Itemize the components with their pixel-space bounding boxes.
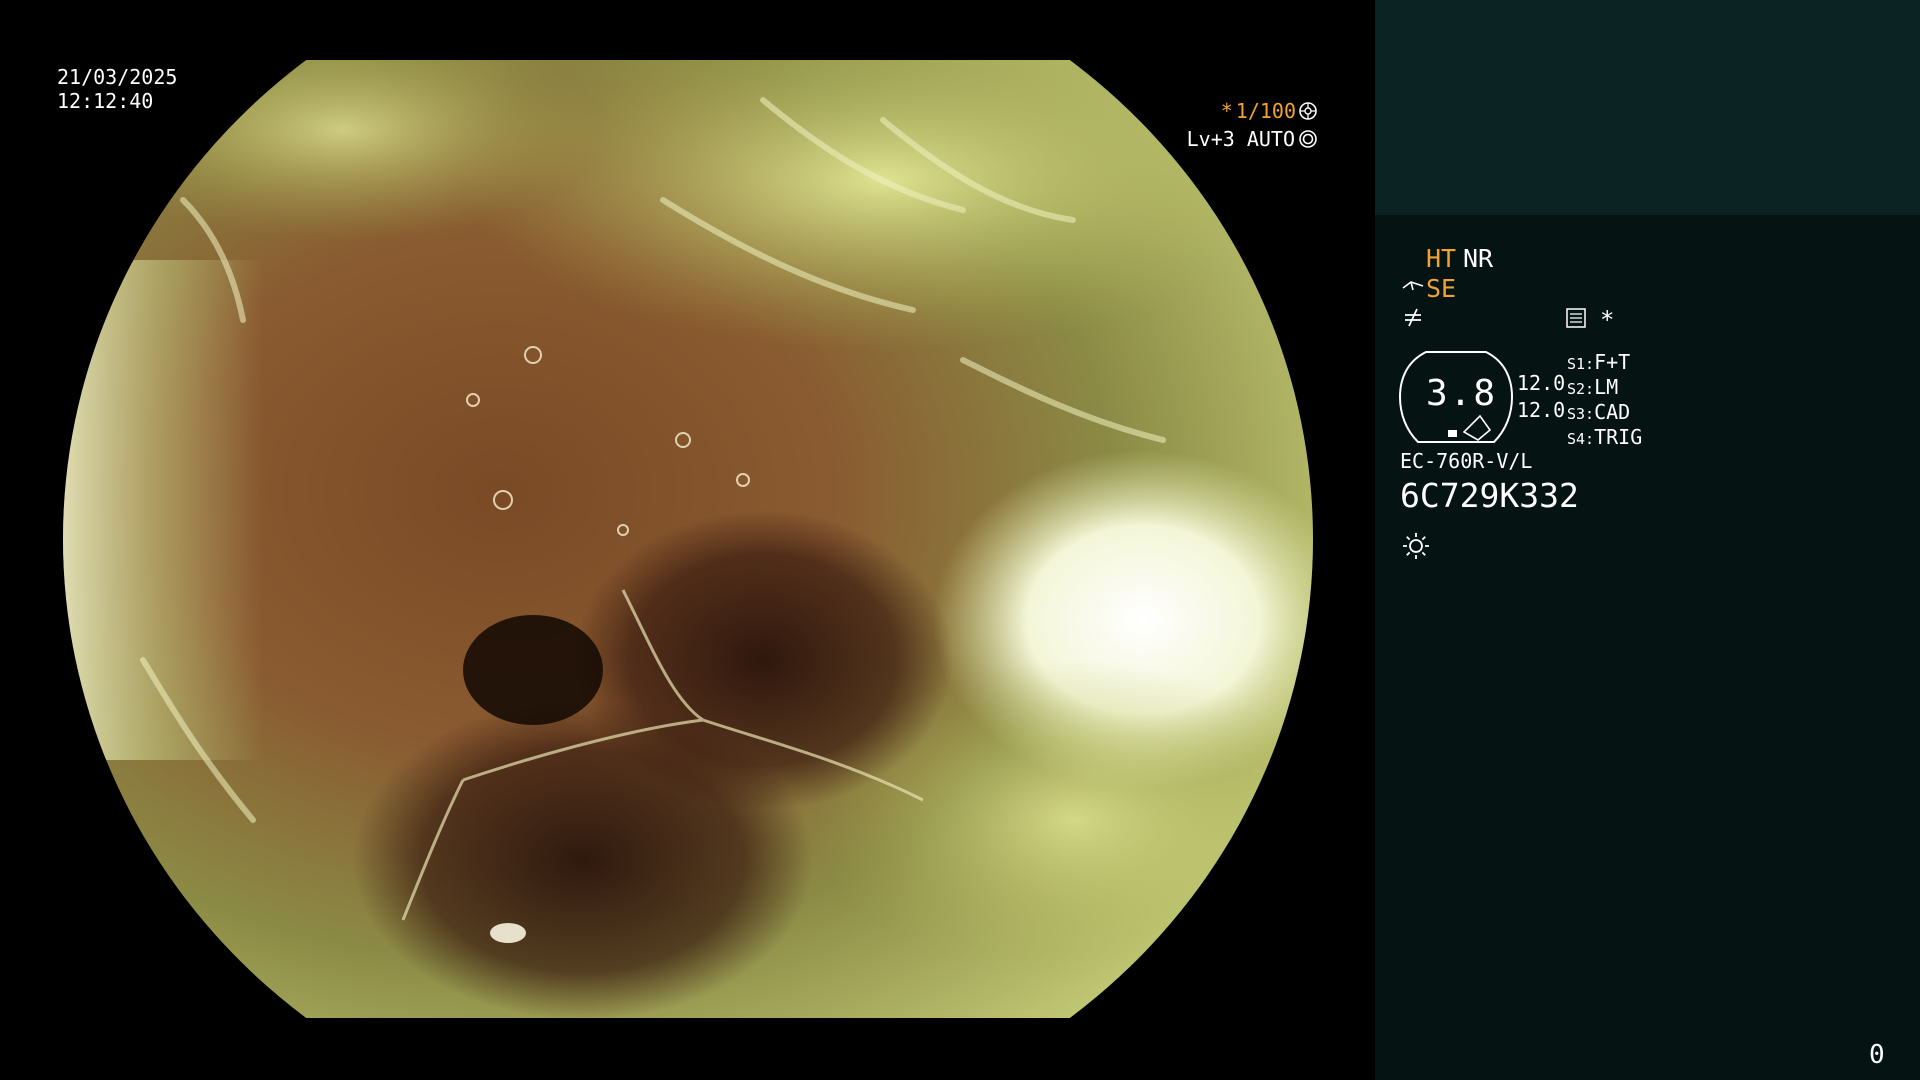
switch-value: LM: [1594, 375, 1619, 399]
switch-key: S4:: [1567, 430, 1595, 448]
gauge-value: 3.8: [1426, 373, 1498, 414]
se-indicator: SE: [1426, 274, 1457, 303]
endoscopy-screen: 21/03/2025 12:12:40 * 1/100 Lv+3 AUTO HT …: [0, 0, 1920, 1080]
nr-indicator: NR: [1463, 244, 1494, 273]
shutter-prefix: *: [1220, 99, 1233, 123]
switch-value: F+T: [1594, 350, 1631, 374]
exposure-value: Lv+3 AUTO: [1186, 127, 1295, 151]
not-equal-icon: [1405, 308, 1421, 327]
iris-icon: [1299, 130, 1317, 148]
image-counter: 0: [1869, 1040, 1885, 1070]
switch-s1: S1: F+T: [1567, 350, 1630, 374]
switch-key: S2:: [1567, 380, 1595, 398]
switch-s4: S4: TRIG: [1567, 425, 1642, 449]
switch-value: TRIG: [1594, 425, 1643, 449]
shutter-speed: * 1/100: [1221, 101, 1317, 121]
info-panel: [1375, 215, 1920, 1080]
switch-key: S1:: [1567, 355, 1595, 373]
asterisk-indicator: *: [1600, 306, 1615, 334]
brightness-icon: [1403, 533, 1429, 559]
value-readout-2: 12.0: [1517, 398, 1566, 422]
aperture-icon: [1299, 102, 1317, 120]
switch-value: CAD: [1594, 400, 1631, 424]
ht-indicator: HT: [1426, 244, 1457, 273]
scope-serial: 6C729K332: [1400, 476, 1579, 515]
scope-hand-icon: [1402, 281, 1424, 291]
switch-key: S3:: [1567, 405, 1595, 423]
value-readout-1: 12.0: [1517, 371, 1566, 395]
exposure-level: Lv+3 AUTO: [1187, 129, 1317, 149]
scope-model: EC-760R-V/L: [1400, 449, 1533, 473]
time-display: 12:12:40: [57, 89, 154, 113]
endoscopic-view: [63, 60, 1313, 1018]
switch-s3: S3: CAD: [1567, 400, 1630, 424]
switch-s2: S2: LM: [1567, 375, 1618, 399]
info-panel-header: [1375, 0, 1920, 215]
settings-list-icon: [1566, 308, 1586, 328]
date-display: 21/03/2025: [57, 65, 178, 89]
shutter-value: 1/100: [1235, 99, 1296, 123]
endoscopic-image: [63, 60, 1313, 1018]
